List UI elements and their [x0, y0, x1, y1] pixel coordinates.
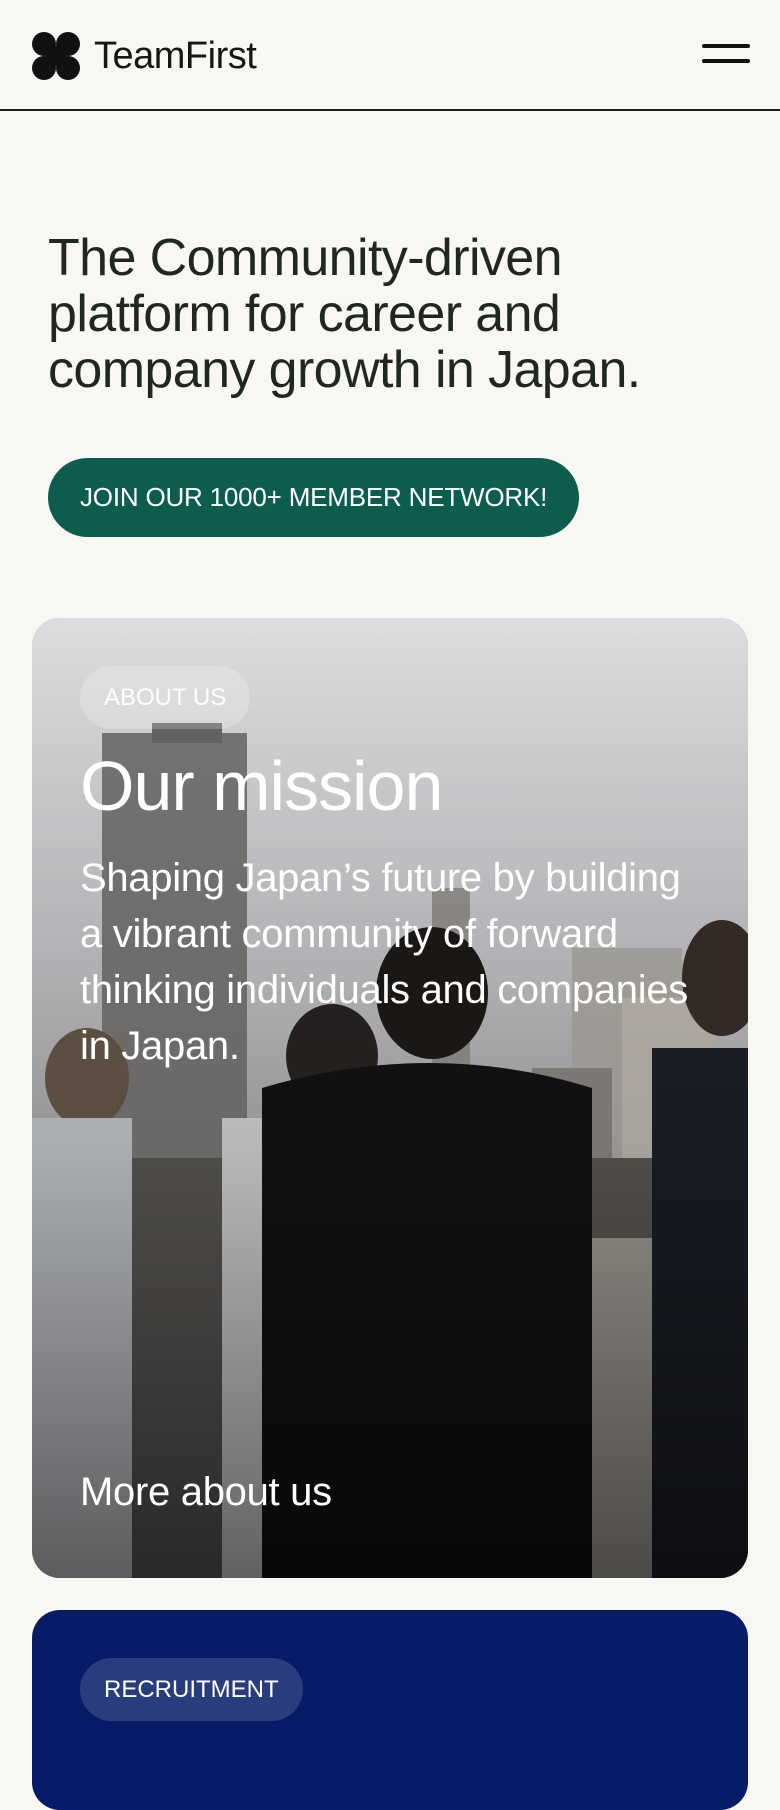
clover-logo-icon	[32, 32, 80, 80]
recruitment-card[interactable]: RECRUITMENT	[32, 1610, 748, 1810]
menu-button[interactable]	[700, 42, 750, 68]
join-network-button[interactable]: JOIN OUR 1000+ MEMBER NETWORK!	[48, 458, 580, 537]
mission-title: Our mission	[80, 747, 443, 825]
more-about-us-link[interactable]: More about us	[80, 1470, 332, 1515]
site-header: TeamFirst	[0, 0, 780, 111]
logo-link[interactable]: TeamFirst	[32, 32, 257, 80]
hamburger-menu-icon-bar	[702, 59, 750, 63]
mission-card[interactable]: ABOUT US Our mission Shaping Japan’s fut…	[32, 618, 748, 1578]
mission-description: Shaping Japan’s future by building a vib…	[80, 856, 688, 1068]
hamburger-menu-icon	[702, 44, 750, 48]
brand-name: TeamFirst	[94, 35, 257, 77]
about-us-tag: ABOUT US	[80, 666, 251, 729]
recruitment-tag: RECRUITMENT	[80, 1658, 303, 1721]
hero-title: The Community-driven platform for career…	[48, 229, 641, 399]
